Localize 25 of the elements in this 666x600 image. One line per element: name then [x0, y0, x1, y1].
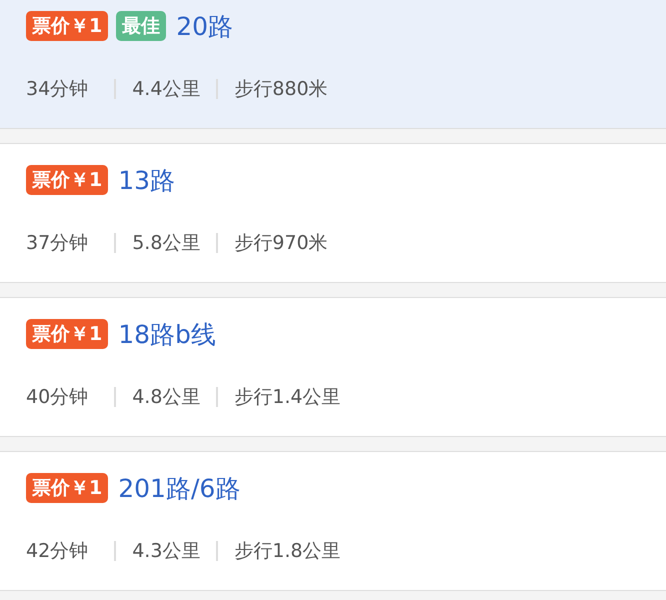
route-name: 201路/6路 — [118, 472, 240, 504]
walking-distance-text: 步行970米 — [234, 231, 328, 256]
route-card[interactable]: 票价￥1 18路b线 40分钟 4.8公里 步行1.4公里 — [0, 297, 666, 437]
walking-distance-text: 步行1.4公里 — [234, 385, 341, 410]
duration-text: 42分钟 — [26, 539, 88, 564]
best-badge: 最佳 — [116, 11, 166, 41]
distance-text: 4.8公里 — [132, 385, 200, 410]
price-badge: 票价￥1 — [26, 11, 108, 41]
route-name: 20路 — [176, 10, 234, 42]
duration-text: 37分钟 — [26, 231, 88, 256]
walking-distance-text: 步行1.8公里 — [234, 539, 341, 564]
route-card[interactable]: 票价￥1 最佳 20路 34分钟 4.4公里 步行880米 — [0, 0, 666, 129]
duration-text: 40分钟 — [26, 385, 88, 410]
distance-text: 4.4公里 — [132, 77, 200, 102]
walking-distance-text: 步行880米 — [234, 77, 328, 102]
price-badge: 票价￥1 — [26, 319, 108, 349]
price-badge: 票价￥1 — [26, 165, 108, 195]
distance-text: 4.3公里 — [132, 539, 200, 564]
route-card[interactable]: 票价￥1 13路 37分钟 5.8公里 步行970米 — [0, 143, 666, 283]
distance-text: 5.8公里 — [132, 231, 200, 256]
route-name: 13路 — [118, 164, 176, 196]
duration-text: 34分钟 — [26, 77, 88, 102]
price-badge: 票价￥1 — [26, 473, 108, 503]
route-card[interactable]: 票价￥1 201路/6路 42分钟 4.3公里 步行1.8公里 — [0, 451, 666, 591]
route-name: 18路b线 — [118, 318, 216, 350]
